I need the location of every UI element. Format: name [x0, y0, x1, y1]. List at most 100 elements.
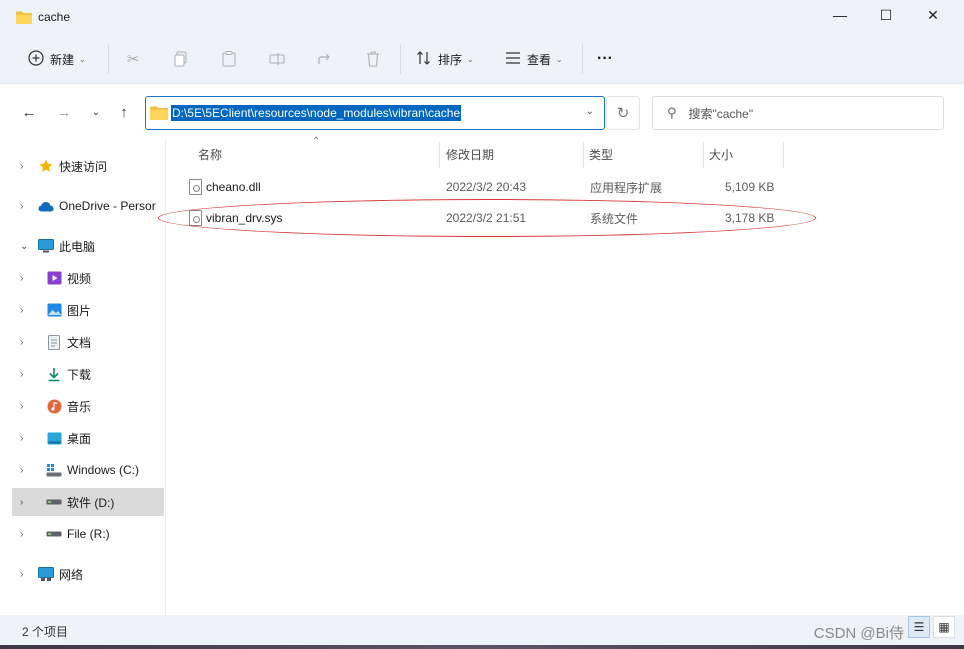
command-bar: 新建 ⌄ ✂ 排序 ⌄ 查看 ⌄ ···: [0, 34, 964, 84]
column-divider[interactable]: [703, 142, 704, 168]
red-annotation-ellipse: [158, 199, 816, 237]
chevron-right-icon[interactable]: ›: [20, 201, 23, 212]
window-title: cache: [38, 10, 71, 24]
desktop-icon: [46, 430, 62, 446]
column-header-modified[interactable]: 修改日期: [446, 140, 581, 168]
back-arrow-icon[interactable]: ←: [17, 100, 41, 124]
cloud-icon: [38, 198, 54, 214]
sidebar-item-downloads[interactable]: › 下载: [12, 360, 164, 388]
document-icon: [46, 334, 62, 350]
column-header-name[interactable]: 名称: [198, 140, 438, 168]
folder-icon: [150, 106, 168, 120]
sidebar-item-label: 此电脑: [59, 239, 96, 254]
sidebar-item-label: Windows (C:): [67, 463, 140, 477]
file-explorer-window: cache — ☐ ✕ 新建 ⌄ ✂ 排序 ⌄ 查看 ⌄ ··· ← → ⌄ ↑…: [0, 0, 964, 649]
search-icon: ⚲: [667, 105, 677, 120]
sidebar-item-network[interactable]: › 网络: [12, 560, 164, 588]
chevron-right-icon[interactable]: ›: [20, 529, 23, 540]
navigation-pane: › 快速访问 › OneDrive - Persor ⌄ 此电脑 › 视频 › …: [0, 140, 166, 615]
cut-icon[interactable]: ✂: [120, 46, 146, 72]
chevron-right-icon[interactable]: ›: [20, 401, 23, 412]
file-size: 5,109 KB: [725, 180, 775, 194]
divider: [400, 44, 401, 74]
chevron-right-icon[interactable]: ›: [20, 433, 23, 444]
minimize-button[interactable]: —: [817, 0, 863, 30]
sidebar-item-documents[interactable]: › 文档: [12, 328, 164, 356]
close-button[interactable]: ✕: [910, 0, 956, 30]
sidebar-item-drive-c[interactable]: › Windows (C:): [12, 456, 164, 484]
title-bar: cache — ☐ ✕: [0, 0, 964, 34]
drive-icon: [46, 494, 62, 510]
sidebar-item-label: 软件 (D:): [67, 495, 115, 510]
share-icon[interactable]: [312, 46, 338, 72]
details-view-icon[interactable]: ☰: [908, 616, 930, 638]
search-input[interactable]: ⚲ 搜索"cache": [652, 96, 944, 130]
chevron-right-icon[interactable]: ›: [20, 369, 23, 380]
sidebar-item-label: 网络: [59, 567, 84, 582]
sidebar-item-pictures[interactable]: › 图片: [12, 296, 164, 324]
sidebar-item-desktop[interactable]: › 桌面: [12, 424, 164, 452]
delete-icon[interactable]: [360, 46, 386, 72]
rename-icon[interactable]: [264, 46, 290, 72]
more-options-button[interactable]: ···: [597, 34, 613, 84]
up-arrow-icon[interactable]: ↑: [112, 100, 136, 124]
file-row[interactable]: cheano.dll 2022/3/2 20:43 应用程序扩展 5,109 K…: [167, 172, 787, 202]
chevron-right-icon[interactable]: ›: [20, 273, 23, 284]
forward-arrow-icon[interactable]: →: [52, 100, 76, 124]
taskbar-edge: [0, 645, 964, 649]
sidebar-item-videos[interactable]: › 视频: [12, 264, 164, 292]
sidebar-item-drive-d[interactable]: › 软件 (D:): [12, 488, 164, 516]
chevron-down-icon: ⌄: [556, 54, 563, 64]
sidebar-item-label: 快速访问: [59, 159, 108, 174]
sidebar-item-label: 下载: [67, 367, 92, 382]
maximize-button[interactable]: ☐: [863, 0, 909, 30]
sidebar-item-label: File (R:): [67, 527, 110, 541]
network-icon: [38, 566, 54, 582]
address-row: ← → ⌄ ↑ D:\5E\5EClient\resources\node_mo…: [0, 84, 964, 140]
divider: [108, 44, 109, 74]
watermark-text: CSDN @Bi侍: [813, 625, 904, 642]
sidebar-item-quick-access[interactable]: › 快速访问: [12, 152, 164, 180]
refresh-icon[interactable]: ↻: [606, 96, 640, 130]
column-divider[interactable]: [439, 142, 440, 168]
address-path[interactable]: D:\5E\5EClient\resources\node_modules\vi…: [171, 105, 462, 121]
new-label: 新建: [50, 52, 75, 67]
chevron-right-icon[interactable]: ›: [20, 337, 23, 348]
sidebar-item-onedrive[interactable]: › OneDrive - Persor: [12, 192, 164, 220]
address-bar[interactable]: D:\5E\5EClient\resources\node_modules\vi…: [145, 96, 605, 130]
chevron-right-icon[interactable]: ›: [20, 161, 23, 172]
folder-icon: [16, 11, 32, 24]
column-header-type[interactable]: 类型: [589, 140, 701, 168]
new-button[interactable]: 新建 ⌄: [28, 34, 86, 84]
chevron-down-icon[interactable]: ⌄: [20, 241, 28, 252]
view-button[interactable]: 查看 ⌄: [505, 34, 563, 84]
sidebar-item-label: 视频: [67, 271, 92, 286]
sidebar-item-this-pc[interactable]: ⌄ 此电脑: [12, 232, 164, 260]
column-divider[interactable]: [583, 142, 584, 168]
divider: [582, 44, 583, 74]
sidebar-item-label: 桌面: [67, 431, 92, 446]
copy-icon[interactable]: [168, 46, 194, 72]
column-header-size[interactable]: 大小: [709, 140, 779, 168]
sidebar-item-label: 图片: [67, 303, 92, 318]
sidebar-item-music[interactable]: › 音乐: [12, 392, 164, 420]
chevron-down-icon[interactable]: ⌄: [586, 106, 594, 117]
chevron-right-icon[interactable]: ›: [20, 497, 23, 508]
sort-label: 排序: [438, 52, 463, 67]
chevron-right-icon[interactable]: ›: [20, 569, 23, 580]
paste-icon[interactable]: [216, 46, 242, 72]
video-icon: [46, 270, 62, 286]
star-icon: [38, 158, 54, 174]
dll-file-icon: [189, 179, 202, 195]
chevron-right-icon[interactable]: ›: [20, 465, 23, 476]
view-label: 查看: [527, 52, 552, 67]
download-icon: [46, 366, 62, 382]
chevron-right-icon[interactable]: ›: [20, 305, 23, 316]
column-divider[interactable]: [783, 142, 784, 168]
sort-icon: [416, 50, 432, 69]
monitor-icon: [38, 238, 54, 254]
sidebar-item-drive-r[interactable]: › File (R:): [12, 520, 164, 548]
tiles-view-icon[interactable]: ▦: [933, 616, 955, 638]
sort-button[interactable]: 排序 ⌄: [416, 34, 474, 84]
recent-locations-icon[interactable]: ⌄: [84, 100, 108, 124]
